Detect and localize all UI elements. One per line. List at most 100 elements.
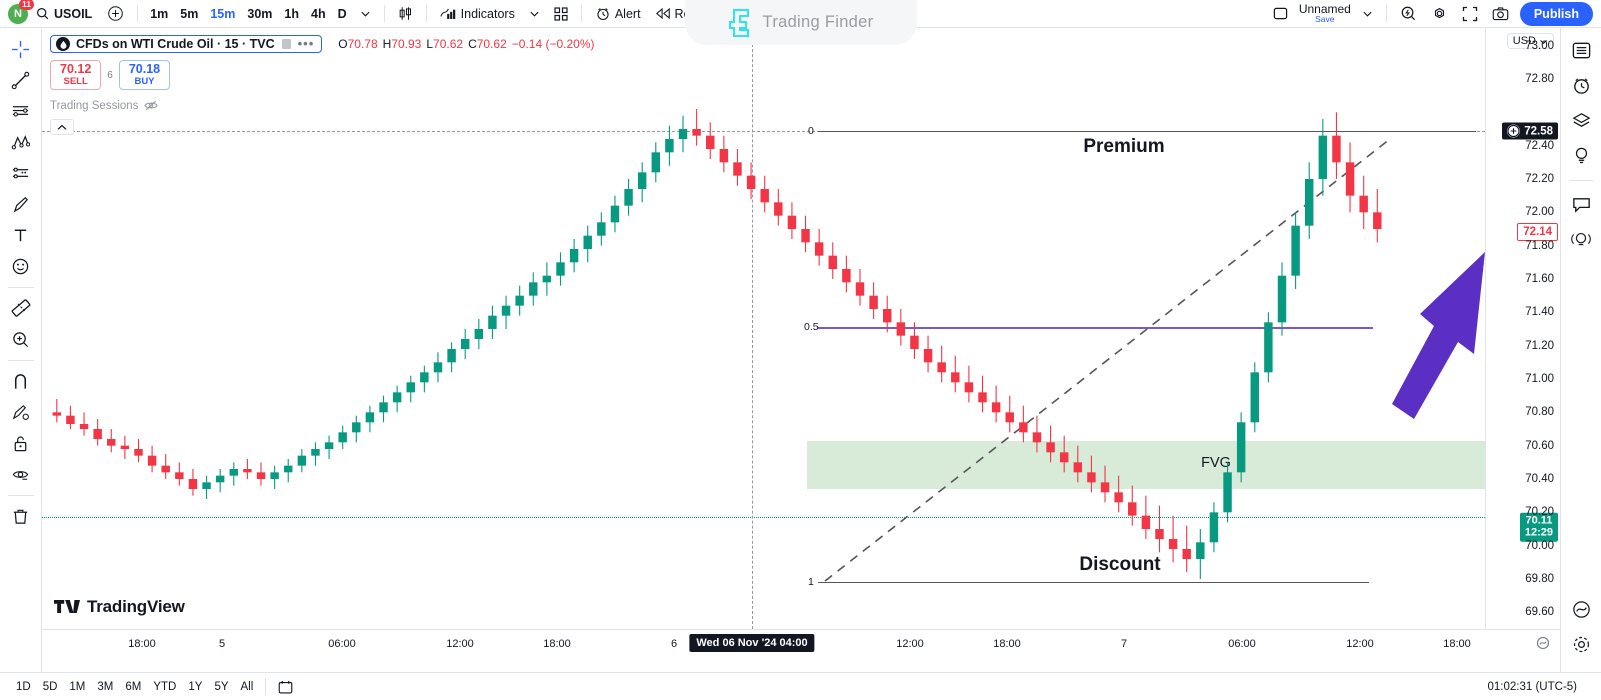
chart-legend: CFDs on WTI Crude Oil · 15 · TVC ••• O70… — [50, 35, 595, 136]
cross-cursor-tool[interactable] — [5, 34, 37, 64]
reset-chart-button[interactable] — [1536, 636, 1550, 650]
time-tick: 6 — [670, 638, 678, 650]
range-6m[interactable]: 6M — [119, 679, 147, 695]
measure-tool[interactable] — [5, 293, 37, 323]
gann-fan-tool[interactable] — [5, 158, 37, 188]
layout-select-button[interactable] — [1266, 2, 1295, 26]
range-5d[interactable]: 5D — [37, 679, 64, 695]
brush-tool[interactable] — [5, 189, 37, 219]
range-1y[interactable]: 1Y — [182, 679, 208, 695]
quick-search-button[interactable] — [1393, 2, 1424, 26]
timeframe-4h[interactable]: 4h — [305, 2, 332, 26]
sell-button[interactable]: 70.12 SELL — [50, 60, 102, 91]
range-all[interactable]: All — [235, 679, 260, 695]
trading-sessions-label[interactable]: Trading Sessions — [50, 100, 138, 112]
horizontal-lines-tool[interactable] — [5, 96, 37, 126]
remove-drawings-icon — [13, 509, 28, 524]
watchlist-button[interactable] — [1566, 35, 1597, 66]
elliott-wave-tool[interactable] — [5, 127, 37, 157]
range-1d[interactable]: 1D — [10, 679, 37, 695]
settings-button[interactable] — [1566, 629, 1597, 660]
buy-button[interactable]: 70.18 BUY — [118, 60, 171, 91]
more-options-icon[interactable]: ••• — [298, 37, 315, 50]
chart-area[interactable]: FVG 0 Premium 0.5 1 Discount TradingView… — [42, 29, 1560, 672]
symbol-legend-button[interactable]: CFDs on WTI Crude Oil · 15 · TVC ••• — [50, 35, 323, 53]
emoji-tool[interactable] — [5, 251, 37, 281]
hotlist-button[interactable] — [1566, 140, 1597, 171]
eye-off-icon[interactable] — [144, 99, 159, 112]
alert-button[interactable]: Alert — [588, 2, 648, 26]
time-scale[interactable]: Wed 06 Nov '24 04:00 18:00 5 06:00 12:00 18:… — [42, 629, 1560, 657]
last-price-countdown: 12:29 — [1524, 527, 1553, 539]
timeframe-30m[interactable]: 30m — [241, 2, 278, 26]
alerts-button[interactable] — [1566, 70, 1597, 101]
price-tick: 71.20 — [1525, 339, 1554, 352]
timeframe-1h[interactable]: 1h — [278, 2, 305, 26]
toolbar-divider — [7, 495, 34, 496]
snapshot-button[interactable] — [1485, 2, 1516, 26]
timeframe-5m[interactable]: 5m — [174, 2, 204, 26]
layout-dropdown-button[interactable] — [1355, 2, 1380, 26]
emoji-icon — [12, 258, 29, 274]
hide-series-icon[interactable] — [281, 38, 292, 50]
remove-drawings-tool[interactable] — [5, 501, 37, 531]
broadcast-idea-button[interactable] — [1566, 224, 1597, 255]
order-quantity[interactable]: 6 — [107, 70, 113, 81]
price-tick: 70.20 — [1525, 506, 1554, 519]
trend-line-tool[interactable] — [5, 65, 37, 95]
symbol-search-button[interactable]: USOIL — [32, 7, 100, 21]
data-window-button[interactable] — [1566, 105, 1597, 136]
right-toolbar-bottom-group — [1561, 594, 1601, 664]
chart-type-button[interactable] — [391, 2, 420, 26]
calendar-icon — [278, 680, 293, 693]
sell-price-badge[interactable]: 72.14 — [1517, 223, 1558, 241]
magnet-tool[interactable] — [5, 366, 37, 396]
magnet-icon — [14, 373, 27, 389]
fullscreen-button[interactable] — [1455, 2, 1485, 26]
trading-finder-logo-icon — [728, 8, 749, 37]
watermark-text: Trading Finder — [762, 13, 874, 31]
toolbar-divider — [383, 5, 385, 22]
objects-tree-button[interactable] — [1566, 594, 1597, 625]
sell-label: SELL — [63, 75, 88, 87]
range-1m[interactable]: 1M — [63, 679, 91, 695]
chat-button[interactable] — [1566, 189, 1597, 220]
time-tick: 18:00 — [1443, 638, 1471, 650]
time-tick: 12:00 — [446, 638, 474, 650]
publish-button[interactable]: Publish — [1519, 1, 1593, 26]
user-avatar[interactable]: N 11 — [8, 0, 34, 24]
add-symbol-button[interactable] — [100, 2, 131, 26]
chart-settings-button[interactable] — [1424, 2, 1455, 26]
ohlc-change: −0.14 (−0.20%) — [511, 37, 595, 51]
timeframe-1m[interactable]: 1m — [144, 2, 174, 26]
layouts-grid-button[interactable] — [547, 2, 575, 26]
notification-badge[interactable]: 11 — [19, 0, 34, 10]
layout-name-button[interactable]: Unnamed Save — [1295, 3, 1355, 25]
timeframe-15m[interactable]: 15m — [204, 2, 241, 26]
price-tick: 73.00 — [1525, 39, 1554, 52]
calendar-button[interactable] — [272, 678, 299, 696]
lock-drawings-tool[interactable] — [5, 428, 37, 458]
text-tool[interactable] — [5, 220, 37, 250]
ohlc-close-label: C — [468, 37, 477, 51]
zoom-tool[interactable] — [5, 324, 37, 354]
range-3m[interactable]: 3M — [91, 679, 119, 695]
hide-drawings-tool[interactable] — [5, 459, 37, 489]
indicators-dropdown-button[interactable] — [522, 2, 547, 26]
layout-save-label[interactable]: Save — [1315, 15, 1334, 24]
timeframe-d[interactable]: D — [332, 2, 353, 26]
ohlc-low-value: 70.62 — [433, 37, 464, 51]
buy-price: 70.18 — [128, 62, 161, 76]
indicators-button[interactable]: Indicators — [433, 2, 522, 26]
range-5y[interactable]: 5Y — [208, 679, 234, 695]
trading-sessions-row: Trading Sessions — [50, 99, 595, 112]
hide-drawings-icon — [12, 470, 29, 480]
price-scale[interactable]: USD 72.58 72.14 70.11 12:29 73.00 72.80 72… — [1485, 29, 1560, 629]
range-ytd[interactable]: YTD — [147, 679, 182, 695]
collapse-legend-button[interactable] — [50, 119, 74, 136]
time-tick: 12:00 — [1346, 638, 1374, 650]
timeframe-dropdown-button[interactable] — [353, 2, 378, 26]
price-alert-badge[interactable]: 72.58 — [1502, 122, 1558, 140]
drawing-mode-tool[interactable] — [5, 397, 37, 427]
right-sidebar-toolbar — [1560, 28, 1601, 672]
